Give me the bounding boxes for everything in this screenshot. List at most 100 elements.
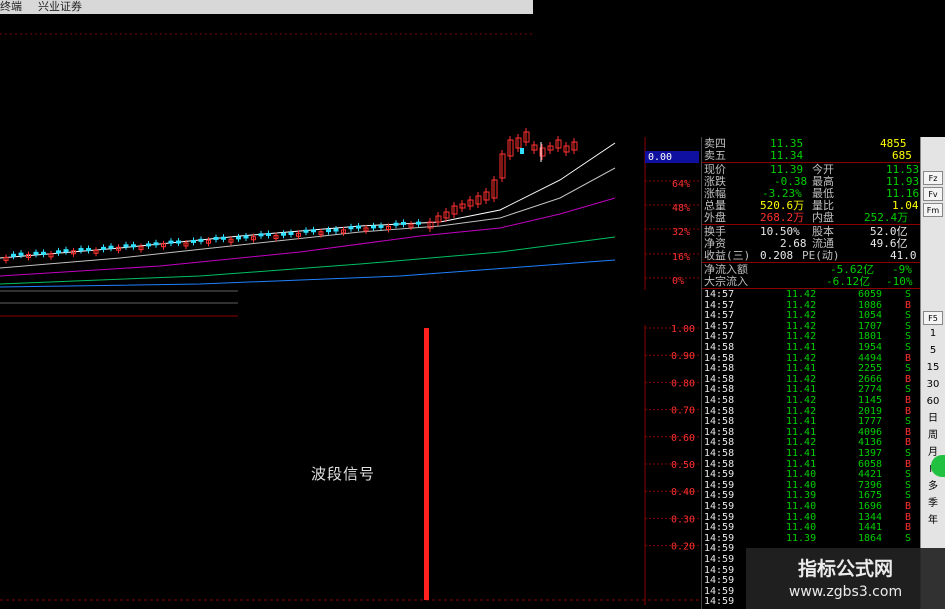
indicator-axis-label: 0.30 <box>671 514 695 525</box>
trade-volume: 1864 <box>858 532 883 544</box>
candle-body <box>78 248 84 252</box>
trade-row: 14:58 11.42 1145 B <box>702 395 921 407</box>
trade-time: 14:59 <box>704 554 735 565</box>
candle-body <box>236 236 241 240</box>
period-button-11[interactable]: 年 <box>923 514 943 528</box>
trade-time: 14:59 <box>704 596 735 608</box>
period-button-0[interactable]: 1 <box>923 327 943 341</box>
watermark-url: www.zgbs3.com <box>788 584 903 600</box>
period-button-6[interactable]: 周 <box>923 429 943 443</box>
candle-body <box>416 221 421 225</box>
bigflow-row: 大宗流入 -6.12亿 -10% <box>704 275 913 288</box>
candle-body <box>243 235 249 239</box>
indicator-axis-label: 0.40 <box>671 487 695 498</box>
price-axis-label: 0% <box>672 276 684 287</box>
trade-price: 11.42 <box>786 395 817 406</box>
turnover-row: 换手 10.50% 股本 52.0亿 <box>704 225 908 238</box>
candle-body <box>371 225 376 229</box>
trade-side: S <box>905 289 912 300</box>
trade-price: 11.41 <box>786 342 817 353</box>
candle-body <box>168 240 174 244</box>
period-button-2[interactable]: 15 <box>923 361 943 375</box>
candle-body <box>131 244 136 248</box>
indicator-axis-label: 1.00 <box>671 324 695 335</box>
period-button-10[interactable]: 季 <box>923 497 943 511</box>
candle-body <box>41 251 46 255</box>
price-axis-label: 48% <box>672 203 690 214</box>
signal-bar <box>424 328 429 600</box>
indicator-axis-label: 0.60 <box>671 433 695 444</box>
trade-volume: 6059 <box>858 289 883 300</box>
net-row: 净资 2.68 流通 49.6亿 <box>704 237 908 250</box>
period-button-5[interactable]: 日 <box>923 412 943 426</box>
period-button-4[interactable]: 60 <box>923 395 943 409</box>
total-row: 总量 520.6万 量比 1.04 <box>704 199 919 212</box>
trade-row: 14:59 11.39 1864 S <box>702 532 921 545</box>
watermark-title: 指标公式网 <box>797 558 893 580</box>
sell5-row: 卖五 11.34 685 <box>704 149 912 162</box>
candle-body <box>326 229 331 233</box>
candle-body <box>108 245 114 249</box>
price-axis-label: 0.00 <box>648 152 672 163</box>
price-axis-label: 64% <box>672 179 690 190</box>
candle-body <box>146 243 151 247</box>
candle-body <box>356 225 361 229</box>
period-button-3[interactable]: 30 <box>923 378 943 392</box>
trade-row: 14:59 11.40 1696 B <box>702 501 921 513</box>
candle-body <box>393 222 399 226</box>
toolbar-button-fv[interactable]: Fv <box>923 187 943 201</box>
period-button-9[interactable]: 多 <box>923 480 943 494</box>
watermark: 指标公式网 www.zgbs3.com <box>746 548 945 609</box>
trade-side: S <box>905 342 912 353</box>
toolbar-button-fm[interactable]: Fm <box>923 203 943 217</box>
candle-body <box>520 148 524 154</box>
candle-body <box>288 231 294 235</box>
trade-time: 14:57 <box>704 289 735 300</box>
moving-average-line <box>0 142 616 259</box>
candle-body <box>101 246 106 250</box>
candle-body <box>33 251 39 255</box>
candle-body <box>176 240 181 244</box>
trade-volume: 1954 <box>858 342 883 353</box>
candle-body <box>56 250 61 254</box>
period-button-1[interactable]: 5 <box>923 344 943 358</box>
trade-volume: 1145 <box>858 395 883 406</box>
signal-label: 波段信号 <box>311 465 376 483</box>
candle-body <box>213 236 219 240</box>
candle-body <box>63 249 69 253</box>
indicator-axis-label: 0.90 <box>671 351 695 362</box>
outer-row: 外盘 268.2万 内盘 252.4万 <box>704 211 909 224</box>
trade-time: 14:58 <box>704 342 735 353</box>
indicator-axis-label: 0.50 <box>671 460 695 471</box>
trade-time: 14:59 <box>704 501 735 512</box>
period-toolbar: FzFvFmF515153060日周月N多季年 <box>920 137 945 609</box>
trade-time: 14:58 <box>704 395 735 406</box>
indicator-axis-label: 0.70 <box>671 406 695 417</box>
trade-volume: 1696 <box>858 501 883 512</box>
candle-body <box>18 252 24 256</box>
trade-row: 14:58 11.41 1954 S <box>702 342 921 354</box>
indicator-axis-label: 0.80 <box>671 378 695 389</box>
trade-side: S <box>905 448 912 459</box>
candle-body <box>86 248 91 252</box>
toolbar-button-fz[interactable]: Fz <box>923 171 943 185</box>
eps-row: 收益(三) 0.208 PE(动) 41.0 <box>704 249 917 262</box>
trade-price: 11.41 <box>786 448 817 459</box>
trade-volume: 1397 <box>858 448 883 459</box>
candle-body <box>221 236 226 240</box>
candle-body <box>401 221 406 225</box>
candle-body <box>378 224 384 228</box>
now-row: 现价 11.39 今开 11.53 <box>704 163 920 176</box>
trade-side: B <box>905 501 912 512</box>
candle-body <box>191 239 196 243</box>
candle-body <box>198 238 204 242</box>
trade-price: 11.39 <box>786 532 817 544</box>
candle-body <box>258 233 264 237</box>
trade-row: 14:57 11.42 6059 S <box>702 289 921 301</box>
candle-body <box>303 229 309 233</box>
sell4-row: 卖四 11.35 4855 <box>704 137 907 150</box>
change-row: 涨跌 -0.38 最高 11.93 <box>704 175 920 188</box>
netflow-row: 净流入额 -5.62亿 -9% <box>704 263 912 276</box>
trade-side: S <box>905 532 912 544</box>
toolbar-button-f5[interactable]: F5 <box>923 311 943 325</box>
